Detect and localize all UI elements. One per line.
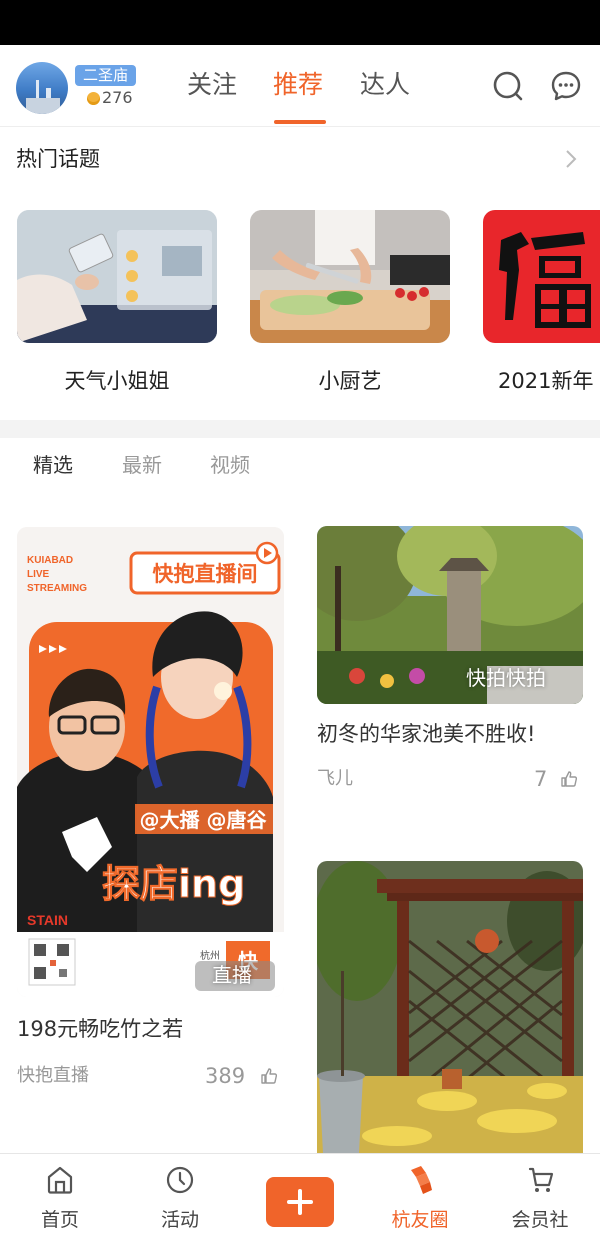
top-header: 二圣庙 276 关注 推荐 达人 [0,45,600,127]
topic-label-weather: 天气小姐姐 [64,369,170,393]
poster-en-line-3: STREAMING [27,583,87,594]
poster-en-line-1: KUIABAD [27,555,73,566]
nav-label-home: 首页 [40,1209,79,1231]
live-overlay-tag: 直播 [212,963,252,987]
feed-title-left[interactable]: 198元畅吃竹之若 [17,1014,183,1044]
poster-banner-text: 快抱直播间 [153,562,258,586]
status-bar [0,0,600,45]
cooking-image [250,210,450,343]
photo-overlay-tag: 快拍快拍 [466,666,546,690]
fu-character-image [483,210,600,343]
chevron-right-icon[interactable] [560,148,582,170]
live-poster-graphic: KUIABAD LIVE STREAMING 快抱直播间 @大播 @唐谷 探店i… [17,527,284,997]
post-plus-button[interactable] [266,1177,334,1227]
nav-label-friends-circle: 杭友圈 [391,1209,449,1231]
coin-count: 276 [102,88,133,107]
bottom-nav: 首页 活动 杭友圈 会员社 [0,1153,600,1247]
tab-recommend[interactable]: 推荐 [273,69,323,101]
section-divider [0,420,600,438]
home-icon [47,1166,73,1194]
nav-label-activity: 活动 [160,1209,199,1231]
pergola-photo [317,861,583,1153]
poster-hosts-text: @大播 @唐谷 [140,808,268,832]
nav-activity[interactable]: 活动 [130,1154,230,1247]
like-icon[interactable] [261,1068,277,1084]
topic-card-new-year[interactable] [483,210,600,343]
location-badge[interactable]: 二圣庙 [75,65,137,86]
poster-slogan: 探店ing [102,862,245,906]
topic-card-cooking[interactable] [250,210,450,343]
subtab-video[interactable]: 视频 [210,450,250,480]
nav-home[interactable]: 首页 [10,1154,110,1247]
nav-membership[interactable]: 会员社 [490,1154,590,1247]
tab-experts[interactable]: 达人 [360,69,410,101]
topic-label-new-year: 2021新年 [498,369,594,393]
weather-girl-image [17,210,217,343]
feed-likes-left: 389 [205,1064,246,1088]
tab-follow[interactable]: 关注 [187,69,237,101]
feed-author-right[interactable]: 飞儿 [317,766,353,792]
message-icon[interactable] [550,70,582,102]
hot-topics-title: 热门话题 [16,147,100,171]
poster-en-line-2: LIVE [27,569,50,580]
feed-likes-right: 7 [534,767,548,791]
feed-title-right[interactable]: 初冬的华家池美不胜收! [317,719,535,749]
coin-icon [87,92,100,105]
topic-card-weather[interactable] [17,210,217,343]
avatar[interactable] [16,62,68,114]
feed-author-left[interactable]: 快抱直播 [17,1063,89,1089]
nav-friends-circle[interactable]: 杭友圈 [370,1154,470,1247]
feed-image-live-poster[interactable]: KUIABAD LIVE STREAMING 快抱直播间 @大播 @唐谷 探店i… [17,527,284,997]
poster-stain-text: STAIN [27,912,68,928]
subtab-latest[interactable]: 最新 [122,450,162,480]
friends-circle-icon [411,1166,432,1194]
active-tab-indicator [274,120,326,124]
like-icon[interactable] [561,771,577,787]
search-icon[interactable] [492,70,524,102]
feed-image-pergola[interactable] [317,861,583,1153]
clock-icon [166,1166,194,1194]
topic-label-cooking: 小厨艺 [318,369,382,393]
cart-icon [528,1167,554,1192]
nav-label-membership: 会员社 [511,1209,569,1231]
subtab-featured[interactable]: 精选 [33,450,73,480]
